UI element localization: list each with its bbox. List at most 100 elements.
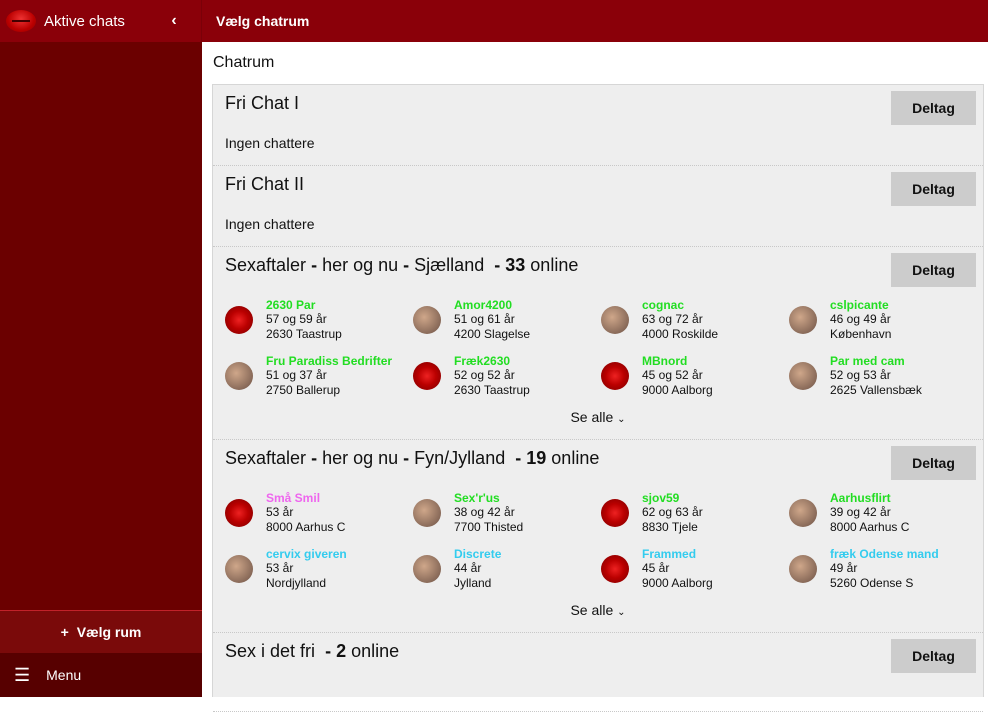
online-label: online xyxy=(351,641,400,661)
choose-room-label: Vælg rum xyxy=(76,624,142,640)
room-region: Sjælland xyxy=(414,255,485,275)
avatar xyxy=(789,306,817,334)
user-item[interactable]: 2630 Par 57 og 59 år 2630 Taastrup xyxy=(225,297,413,343)
user-age: 44 år xyxy=(454,561,482,575)
user-item[interactable]: Små Smil 53 år 8000 Aarhus C xyxy=(225,490,413,536)
user-item[interactable]: cognac 63 og 72 år 4000 Roskilde xyxy=(601,297,789,343)
user-name[interactable]: cslpicante xyxy=(830,298,891,312)
user-age: 52 og 53 år xyxy=(830,368,891,382)
user-name[interactable]: Amor4200 xyxy=(454,298,530,312)
lips-logo-icon xyxy=(6,10,36,32)
see-all-label: Se alle xyxy=(570,602,614,618)
user-name[interactable]: Små Smil xyxy=(266,491,345,505)
section-heading: Chatrum xyxy=(202,42,988,84)
user-item[interactable]: MBnord 45 og 52 år 9000 Aalborg xyxy=(601,353,789,399)
user-location: 5260 Odense S xyxy=(830,576,914,590)
avatar xyxy=(601,499,629,527)
avatar xyxy=(225,499,253,527)
room-title: Sexaftaler - her og nu - Sjælland - 33 o… xyxy=(225,255,971,285)
user-item[interactable]: Sex'r'us 38 og 42 år 7700 Thisted xyxy=(413,490,601,536)
user-name[interactable]: Discrete xyxy=(454,547,501,561)
user-location: 2750 Ballerup xyxy=(266,383,341,397)
user-item[interactable]: Aarhusflirt 39 og 42 år 8000 Aarhus C xyxy=(789,490,977,536)
user-name[interactable]: Par med cam xyxy=(830,354,922,368)
user-age: 51 og 61 år xyxy=(454,312,515,326)
room-card: Sexaftaler - her og nu - Fyn/Jylland - 1… xyxy=(213,440,983,633)
page-title: Vælg chatrum xyxy=(216,13,310,29)
online-count: 19 xyxy=(526,448,547,468)
choose-room-button[interactable]: + Vælg rum xyxy=(0,610,202,653)
user-age: 53 år xyxy=(266,561,294,575)
plus-icon: + xyxy=(60,624,69,640)
user-item[interactable]: Fræk2630 52 og 52 år 2630 Taastrup xyxy=(413,353,601,399)
chevron-down-icon: ⌄ xyxy=(617,414,626,425)
user-location: 4200 Slagelse xyxy=(454,327,531,341)
collapse-chevron-icon[interactable]: ‹ xyxy=(159,12,189,30)
user-name[interactable]: Sex'r'us xyxy=(454,491,523,505)
avatar xyxy=(413,306,441,334)
user-item[interactable]: Amor4200 51 og 61 år 4200 Slagelse xyxy=(413,297,601,343)
user-item[interactable]: fræk Odense mand 49 år 5260 Odense S xyxy=(789,546,977,592)
sidebar: Aktive chats ‹ + Vælg rum ☰ Menu xyxy=(0,0,202,697)
user-location: Nordjylland xyxy=(266,576,327,590)
user-name[interactable]: Frammed xyxy=(642,547,713,561)
room-title: Fri Chat I xyxy=(225,93,971,123)
user-name[interactable]: cognac xyxy=(642,298,718,312)
user-name[interactable]: cervix giveren xyxy=(266,547,347,561)
user-location: 2630 Taastrup xyxy=(454,383,530,397)
join-button[interactable]: Deltag xyxy=(891,639,976,673)
see-all-label: Se alle xyxy=(570,409,614,425)
user-name[interactable]: Fræk2630 xyxy=(454,354,530,368)
user-age: 46 og 49 år xyxy=(830,312,891,326)
sidebar-title: Aktive chats xyxy=(44,12,125,30)
room-card: Fri Chat II Deltag Ingen chattere xyxy=(213,166,983,247)
user-item[interactable]: cslpicante 46 og 49 år København xyxy=(789,297,977,343)
join-button[interactable]: Deltag xyxy=(891,253,976,287)
join-button[interactable]: Deltag xyxy=(891,172,976,206)
user-location: 9000 Aalborg xyxy=(642,576,713,590)
user-age: 62 og 63 år xyxy=(642,505,703,519)
see-all-button[interactable]: Se alle ⌄ xyxy=(225,399,971,439)
menu-label: Menu xyxy=(46,667,82,683)
avatar xyxy=(413,362,441,390)
user-item[interactable]: Fru Paradiss Bedrifter 51 og 37 år 2750 Ba… xyxy=(225,353,413,399)
user-location: København xyxy=(830,327,892,341)
see-all-button[interactable]: Se alle ⌄ xyxy=(225,592,971,632)
room-name: Sexaftaler xyxy=(225,255,307,275)
user-item[interactable]: sjov59 62 og 63 år 8830 Tjele xyxy=(601,490,789,536)
user-name[interactable]: sjov59 xyxy=(642,491,703,505)
user-age: 45 år xyxy=(642,561,670,575)
user-item[interactable]: Discrete 44 år Jylland xyxy=(413,546,601,592)
user-age: 52 og 52 år xyxy=(454,368,515,382)
user-item[interactable]: cervix giveren 53 år Nordjylland xyxy=(225,546,413,592)
room-name: Sexaftaler xyxy=(225,448,307,468)
user-item[interactable]: Frammed 45 år 9000 Aalborg xyxy=(601,546,789,592)
user-name[interactable]: 2630 Par xyxy=(266,298,342,312)
room-card: Sexaftaler - her og nu - Sjælland - 33 o… xyxy=(213,247,983,440)
join-button[interactable]: Deltag xyxy=(891,446,976,480)
online-label: online xyxy=(530,255,579,275)
menu-button[interactable]: ☰ Menu xyxy=(0,653,202,697)
user-name[interactable]: Fru Paradiss Bedrifter xyxy=(266,354,392,368)
room-name: Fri Chat II xyxy=(225,174,305,194)
user-location: 8830 Tjele xyxy=(642,520,698,534)
user-age: 49 år xyxy=(830,561,858,575)
user-location: 8000 Aarhus C xyxy=(830,520,910,534)
user-item[interactable]: Par med cam 52 og 53 år 2625 Vallensbæk xyxy=(789,353,977,399)
join-button[interactable]: Deltag xyxy=(891,91,976,125)
avatar xyxy=(789,499,817,527)
avatar xyxy=(789,362,817,390)
online-count: 33 xyxy=(505,255,526,275)
separator: - xyxy=(494,255,501,275)
room-title: Fri Chat II xyxy=(225,174,971,204)
separator: - xyxy=(311,448,318,468)
user-name[interactable]: Aarhusflirt xyxy=(830,491,909,505)
separator: - xyxy=(325,641,332,661)
user-location: 4000 Roskilde xyxy=(642,327,719,341)
section-title: Chatrum xyxy=(213,54,275,71)
separator: - xyxy=(515,448,522,468)
user-name[interactable]: MBnord xyxy=(642,354,713,368)
avatar xyxy=(601,306,629,334)
top-bar: Vælg chatrum xyxy=(202,0,988,42)
user-name[interactable]: fræk Odense mand xyxy=(830,547,939,561)
